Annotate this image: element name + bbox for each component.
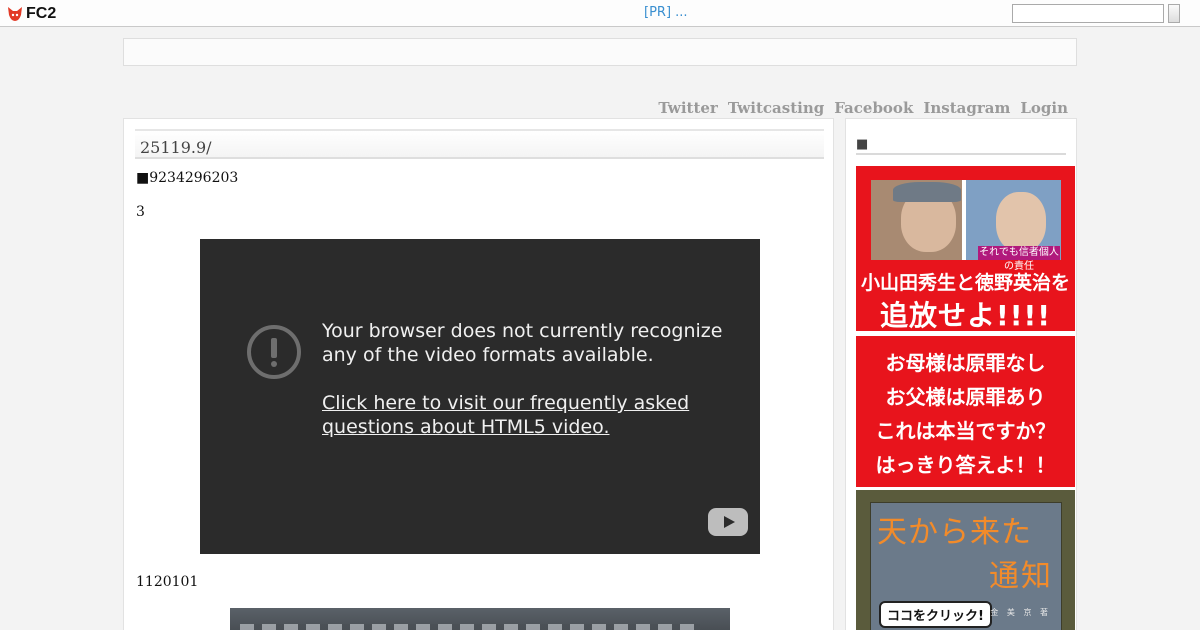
banner-names: 小山田秀生と徳野英治を — [860, 272, 1070, 294]
search-input[interactable] — [1012, 4, 1164, 23]
cap-shape — [893, 182, 961, 202]
entry-text-line: ■9234296203 — [136, 170, 239, 186]
book-cover: 天から来た 通知 ココをクリック! 金 美 京 著 — [870, 502, 1062, 630]
nav-facebook-link[interactable]: Facebook — [834, 99, 913, 117]
nav-instagram-link[interactable]: Instagram — [923, 99, 1010, 117]
book-author: 金 美 京 著 — [990, 608, 1051, 617]
sidebar-banner-1[interactable]: それでも信者個人の責任 小山田秀生と徳野英治を 追放せよ!!!! — [856, 166, 1075, 334]
sidebar-heading: ■ — [856, 137, 1066, 155]
sidebar: ■ それでも信者個人の責任 小山田秀生と徳野英治を 追放せよ!!!! お母様は原… — [845, 118, 1077, 630]
entry-text-line: 3 — [136, 204, 145, 220]
nav-twitcasting-link[interactable]: Twitcasting — [728, 99, 824, 117]
banner-headline: 追放せよ!!!! — [879, 299, 1052, 332]
entry-title[interactable]: 25119.9/ — [135, 129, 824, 159]
video-player[interactable]: Your browser does not currently recogniz… — [200, 239, 760, 554]
fc2-logo[interactable]: FC2 — [6, 4, 56, 23]
alert-icon — [247, 325, 301, 379]
click-here-button[interactable]: ココをクリック! — [879, 601, 992, 628]
pr-link[interactable]: [PR] ... — [644, 5, 688, 20]
nav-twitter-link[interactable]: Twitter — [658, 99, 717, 117]
entry-text-line: 1120101 — [136, 574, 199, 590]
blog-header — [123, 38, 1077, 66]
embedded-image[interactable] — [230, 608, 730, 630]
banner-text-line: はっきり答えよ！！ — [875, 453, 1056, 477]
person-photo-right — [996, 192, 1046, 252]
banner-text-line: お母様は原罪なし — [885, 351, 1046, 375]
fc2-fox-icon — [8, 6, 22, 21]
banner-text-line: お父様は原罪あり — [885, 385, 1046, 409]
social-nav: Twitter Twitcasting Facebook Instagram L… — [658, 99, 1068, 117]
fc2-top-bar: FC2 [PR] ... — [0, 0, 1200, 27]
banner-caption: それでも信者個人の責任 — [978, 246, 1060, 272]
sidebar-banner-2[interactable]: お母様は原罪なし お父様は原罪あり これは本当ですか？ はっきり答えよ！！ — [856, 336, 1075, 487]
search-button[interactable] — [1168, 4, 1180, 23]
html5-faq-link[interactable]: Click here to visit our frequently asked… — [322, 391, 742, 439]
image-detail — [240, 624, 700, 630]
main-content: 25119.9/ ■9234296203 3 Your browser does… — [123, 118, 834, 630]
banner-text-line: これは本当ですか？ — [875, 419, 1056, 443]
video-error-message: Your browser does not currently recogniz… — [322, 320, 723, 366]
banner-divider — [856, 331, 1075, 334]
sidebar-banner-3[interactable]: 天から来た 通知 ココをクリック! 金 美 京 著 — [856, 490, 1075, 630]
nav-login-link[interactable]: Login — [1020, 99, 1068, 117]
youtube-icon[interactable] — [708, 508, 748, 536]
book-title-2: 通知 — [989, 559, 1053, 594]
fc2-logo-text: FC2 — [26, 4, 57, 22]
book-title-1: 天から来た — [877, 515, 1032, 550]
